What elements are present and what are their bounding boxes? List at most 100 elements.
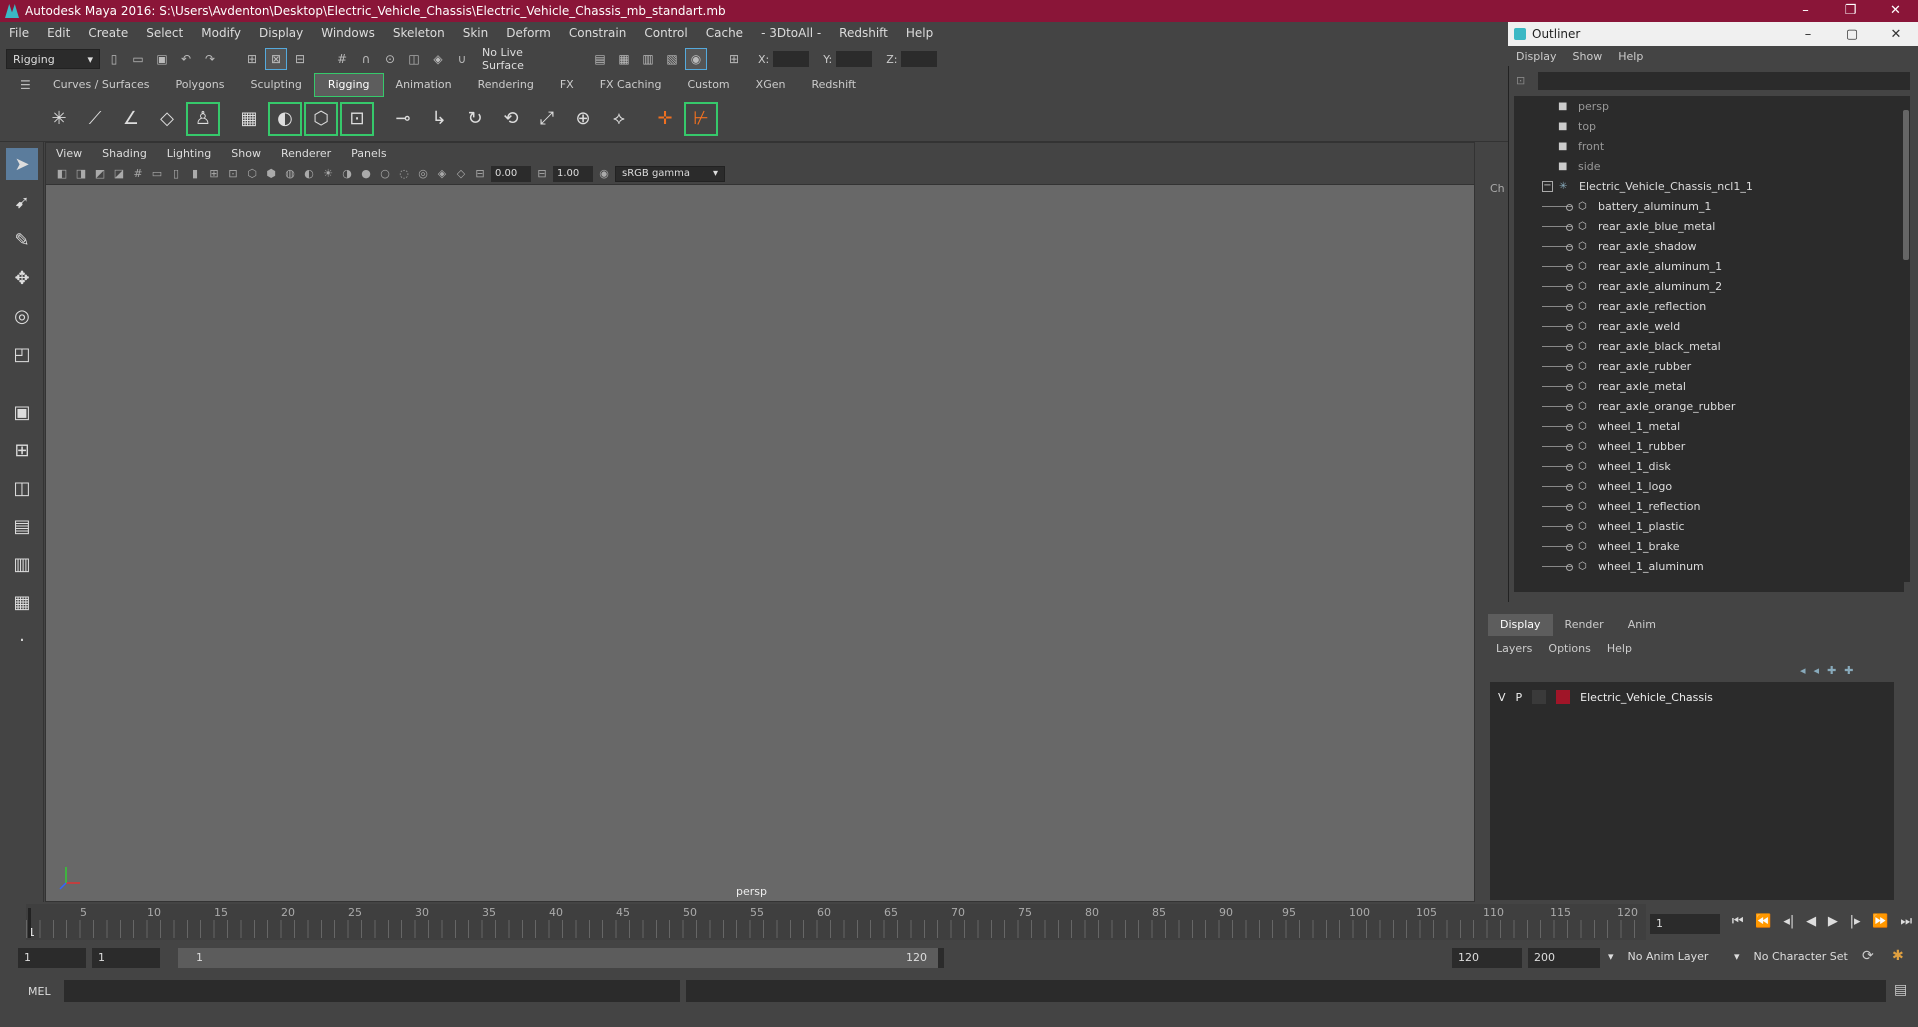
scale-constraint-icon[interactable]: ⤢ [532, 104, 562, 134]
current-time-marker[interactable] [28, 908, 31, 938]
orient-constraint-icon[interactable]: ↻ [460, 104, 490, 134]
select-tool-icon[interactable]: ➤ [6, 148, 38, 180]
outliner-hscrollbar[interactable] [1514, 582, 1904, 592]
list-item[interactable]: ⬡ rear_axle_blue_metal [1514, 216, 1904, 236]
new-scene-icon[interactable]: ▯ [104, 49, 124, 69]
playback-end-field[interactable]: 120 [1452, 948, 1522, 968]
y-field[interactable] [836, 51, 873, 67]
xray-icon[interactable]: ◈ [434, 166, 450, 182]
anim-layer-dropdown[interactable]: ▾ No Anim Layer [1608, 950, 1708, 963]
end-time-field[interactable]: 200 [1528, 948, 1600, 968]
magnet-icon[interactable]: ∪ [452, 49, 472, 69]
playback-start-field[interactable]: 1 [92, 948, 160, 968]
xray-joints-icon[interactable]: ◇ [453, 166, 469, 182]
move-tool-icon[interactable]: ✥ [6, 262, 38, 294]
step-back-frame-icon[interactable]: ◂| [1783, 914, 1794, 934]
rotate-tool-icon[interactable]: ◎ [6, 300, 38, 332]
isolate-icon[interactable]: ◎ [415, 166, 431, 182]
preferences-icon[interactable]: ✱ [1892, 948, 1904, 964]
layer-row[interactable]: V P Electric_Vehicle_Chassis [1490, 686, 1894, 708]
paint-select-icon[interactable]: ✎ [6, 224, 38, 256]
save-scene-icon[interactable]: ▣ [152, 49, 172, 69]
parent-constraint-icon[interactable]: ⟲ [496, 104, 526, 134]
cluster-icon[interactable]: ⊡ [340, 101, 374, 136]
tab-sculpting[interactable]: Sculpting [237, 74, 314, 96]
vp-menu-panels[interactable]: Panels [341, 147, 396, 160]
redo-icon[interactable]: ↷ [200, 49, 220, 69]
list-item[interactable]: ⬡ wheel_1_logo [1514, 476, 1904, 496]
step-forward-frame-icon[interactable]: |▸ [1850, 914, 1861, 934]
outliner-menu-show[interactable]: Show [1565, 50, 1611, 63]
x-field[interactable] [773, 51, 810, 67]
menu-control[interactable]: Control [635, 26, 696, 40]
minimize-icon[interactable]: – [1786, 27, 1830, 42]
lights-icon[interactable]: ☀ [320, 166, 336, 182]
far-clip-field[interactable]: 1.00 [553, 165, 593, 182]
list-item[interactable]: ⬡ wheel_1_reflection [1514, 496, 1904, 516]
current-frame-field[interactable]: 1 [1650, 914, 1720, 934]
list-item[interactable]: ⬡ wheel_1_aluminum [1514, 556, 1904, 576]
select-hierarchy-icon[interactable]: ⊞ [242, 49, 262, 69]
outliner-search-input[interactable] [1538, 72, 1910, 90]
ipr-render-icon[interactable]: ▧ [662, 49, 682, 69]
image-plane-icon[interactable]: ◪ [111, 166, 127, 182]
scale-tool-icon[interactable]: ◰ [6, 338, 38, 370]
vp-menu-shading[interactable]: Shading [92, 147, 157, 160]
joint-tool-icon[interactable]: ✳ [44, 104, 74, 134]
viewport-panel[interactable]: View Shading Lighting Show Renderer Pane… [45, 142, 1475, 902]
motion-blur-icon[interactable]: ○ [377, 166, 393, 182]
go-to-end-icon[interactable]: ⏭ [1900, 914, 1912, 934]
field-chart-icon[interactable]: ⊞ [206, 166, 222, 182]
shadows-icon[interactable]: ◑ [339, 166, 355, 182]
snap-curve-icon[interactable]: ∩ [356, 49, 376, 69]
tab-display[interactable]: Display [1488, 614, 1553, 636]
camera-select-icon[interactable]: ◧ [54, 166, 70, 182]
restore-icon[interactable]: ▢ [1830, 27, 1874, 42]
layout-hypershade-icon[interactable]: ▦ [6, 586, 38, 618]
outliner-menu-display[interactable]: Display [1508, 50, 1565, 63]
textured-icon[interactable]: ◐ [301, 166, 317, 182]
snap-surface-icon[interactable]: ◈ [428, 49, 448, 69]
select-component-icon[interactable]: ⊟ [290, 49, 310, 69]
step-back-key-icon[interactable]: ⏪ [1755, 914, 1771, 934]
hypershade-icon[interactable]: ◉ [685, 48, 707, 70]
range-slider[interactable]: 1 120 [178, 948, 944, 968]
tab-custom[interactable]: Custom [675, 74, 743, 96]
vp-menu-lighting[interactable]: Lighting [157, 147, 221, 160]
layout-single-icon[interactable]: ▣ [6, 396, 38, 428]
point-constraint-icon[interactable]: ⊸ [388, 104, 418, 134]
menu-select[interactable]: Select [137, 26, 192, 40]
menu-create[interactable]: Create [79, 26, 137, 40]
bookmark-icon[interactable]: ◩ [92, 166, 108, 182]
tab-rigging[interactable]: Rigging [313, 73, 384, 97]
list-item[interactable]: ⬡ wheel_1_brake [1514, 536, 1904, 556]
list-item[interactable]: ⬡ battery_aluminum_1 [1514, 196, 1904, 216]
humanik-icon[interactable]: ♙ [186, 101, 220, 136]
grid-toggle-icon[interactable]: # [130, 166, 146, 182]
menu-3dtoall[interactable]: - 3DtoAll - [752, 26, 830, 40]
tab-polygons[interactable]: Polygons [163, 74, 238, 96]
ssao-icon[interactable]: ● [358, 166, 374, 182]
list-item[interactable]: ■ front [1514, 136, 1904, 156]
snap-view-icon[interactable]: ◫ [404, 49, 424, 69]
list-item[interactable]: ⬡ wheel_1_disk [1514, 456, 1904, 476]
layer-color-swatch[interactable] [1556, 690, 1571, 704]
close-icon[interactable]: ✕ [1874, 27, 1918, 42]
gamma-icon[interactable]: ⊟ [534, 166, 550, 182]
character-set-dropdown[interactable]: ▾ No Character Set [1734, 950, 1848, 963]
safe-action-icon[interactable]: ⊡ [225, 166, 241, 182]
snap-grid-icon[interactable]: # [332, 49, 352, 69]
tab-redshift[interactable]: Redshift [798, 74, 869, 96]
list-item[interactable]: ⬡ wheel_1_metal [1514, 416, 1904, 436]
menu-skin[interactable]: Skin [454, 26, 498, 40]
tab-animation[interactable]: Animation [383, 74, 465, 96]
new-layer-selected-icon[interactable]: ✚ [1844, 664, 1861, 677]
move-layer-down-icon[interactable]: ◂ [1814, 664, 1828, 677]
move-layer-up-icon[interactable]: ◂ [1800, 664, 1814, 677]
restore-icon[interactable]: ❐ [1828, 0, 1873, 22]
aim-constraint-icon[interactable]: ↳ [424, 104, 454, 134]
mode-dropdown[interactable]: Rigging ▾ [6, 49, 100, 69]
list-item[interactable]: ⬡ rear_axle_weld [1514, 316, 1904, 336]
list-item[interactable]: ⬡ rear_axle_rubber [1514, 356, 1904, 376]
layer-menu-options[interactable]: Options [1540, 642, 1598, 655]
